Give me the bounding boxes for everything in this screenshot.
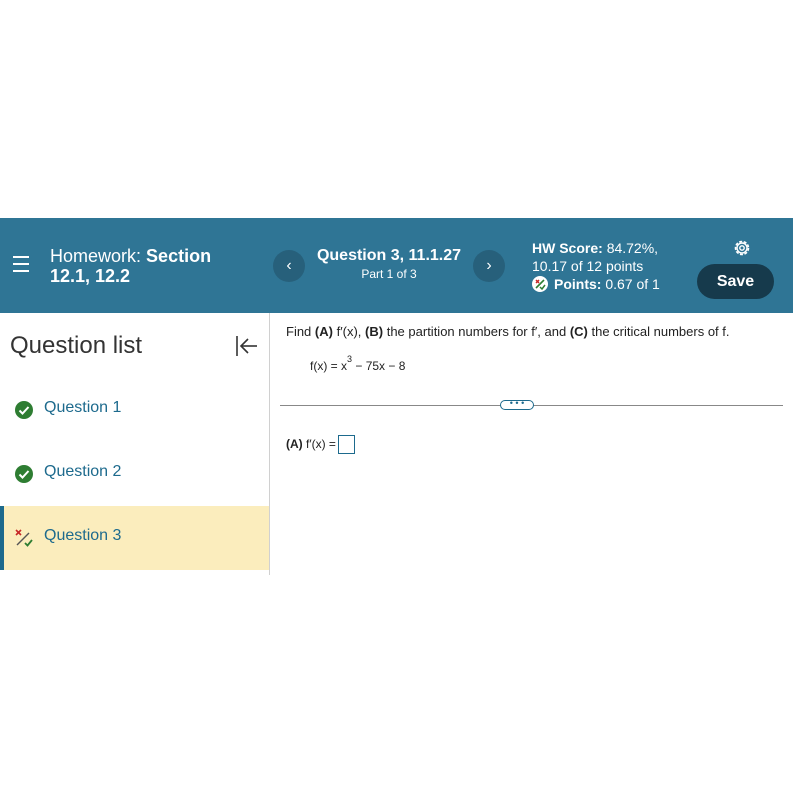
question-list-item-2[interactable]: Question 2 (0, 442, 269, 506)
points-value: 0.67 of 1 (605, 276, 660, 292)
check-circle-icon (14, 464, 34, 484)
question-list-item-label: Question 1 (44, 399, 122, 416)
part-a-marker: (A) (314, 324, 333, 339)
hw-score-label: HW Score: (532, 240, 603, 256)
answer-expression: f′(x) = (306, 437, 336, 451)
hw-score-value: 84.72%, (606, 240, 659, 256)
function-lhs: f(x) = x (310, 359, 348, 373)
homework-prefix: Homework: (50, 246, 142, 266)
function-exponent: 3 (347, 354, 353, 364)
chevron-left-icon: ‹ (286, 257, 292, 274)
part-b-marker: (B) (365, 324, 384, 339)
partition-text: the partition numbers for f′, and (386, 324, 567, 339)
collapse-sidebar-icon[interactable] (233, 333, 259, 359)
hw-points: 10.17 of 12 points (532, 258, 644, 274)
previous-question-button[interactable]: ‹ (273, 250, 305, 282)
fprime-text: f′(x), (336, 324, 362, 339)
question-list-item-label: Question 3 (44, 527, 122, 544)
question-instruction: Find (A) f′(x), (B) the partition number… (286, 324, 730, 339)
hamburger-menu-icon[interactable] (13, 256, 29, 272)
check-circle-icon (14, 400, 34, 420)
function-definition: f(x) = x3 − 75x − 8 (310, 354, 406, 373)
score-panel: HW Score: 84.72%, 10.17 of 12 points Poi… (532, 239, 692, 293)
gear-icon[interactable] (732, 238, 752, 258)
question-list-item-1[interactable]: Question 1 (0, 378, 269, 442)
save-button[interactable]: Save (697, 264, 774, 299)
question-list-item-label: Question 2 (44, 463, 122, 480)
next-question-button[interactable]: › (473, 250, 505, 282)
homework-title: Homework: Section 12.1, 12.2 (50, 246, 250, 286)
resize-handle[interactable]: • • • (500, 399, 534, 410)
partial-credit-icon (14, 528, 34, 548)
part-c-marker: (C) (569, 324, 588, 339)
question-list-sidebar: Question list Question 1 Question 2 Ques… (0, 313, 270, 575)
question-part: Part 1 of 3 (361, 267, 417, 281)
critical-text: the critical numbers of f. (591, 324, 730, 339)
find-word: Find (286, 324, 312, 339)
chevron-right-icon: › (486, 257, 492, 274)
question-title: Question 3, 11.1.27 (316, 247, 462, 264)
question-list-item-3[interactable]: Question 3 (0, 506, 269, 570)
partial-credit-icon (532, 276, 548, 292)
answer-input[interactable] (337, 435, 355, 454)
answer-row: (A) f′(x) = (286, 435, 355, 454)
answer-part-label: (A) (286, 437, 303, 451)
top-header: Homework: Section 12.1, 12.2 ‹ Question … (0, 218, 793, 313)
question-list-title: Question list (10, 332, 143, 359)
points-label: Points: (554, 276, 602, 292)
question-heading: Question 3, 11.1.27 Part 1 of 3 (306, 246, 472, 282)
function-rhs: − 75x − 8 (352, 359, 406, 373)
